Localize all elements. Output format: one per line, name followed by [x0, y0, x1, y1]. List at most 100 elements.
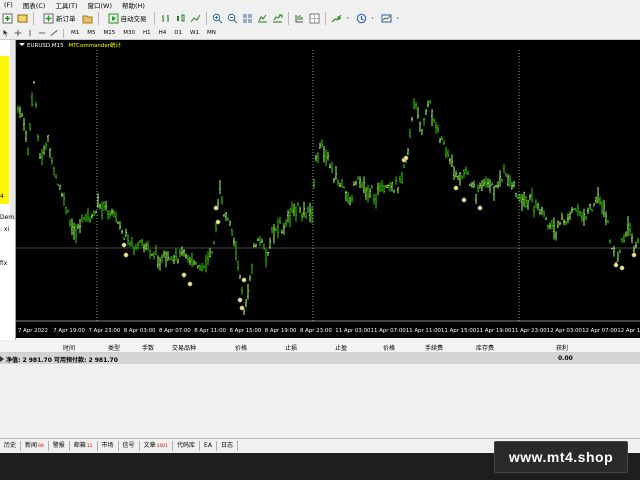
- tf-d1[interactable]: D1: [171, 29, 185, 38]
- tf-h4[interactable]: H4: [156, 29, 170, 38]
- tab-badge: 99: [38, 444, 44, 449]
- trade-arrow-icon: [215, 219, 221, 225]
- chart-shift-icon[interactable]: [257, 13, 268, 24]
- tab-badge: 1001: [156, 444, 169, 449]
- tab-market[interactable]: 市场: [98, 441, 119, 451]
- new-order-button[interactable]: 新订单: [39, 11, 78, 25]
- toolbar-separator: [153, 11, 155, 25]
- tab-label: 日志: [220, 442, 233, 449]
- balance-row: 净值: 2 981.70 可用预付款: 2 981.70 0.00: [0, 353, 640, 364]
- col-commission[interactable]: 手续费: [425, 343, 443, 352]
- trade-arrow-icon: [123, 252, 129, 258]
- tile-windows-icon[interactable]: [242, 13, 253, 24]
- col-time[interactable]: 时间: [63, 343, 75, 352]
- line-chart-icon[interactable]: [190, 13, 201, 24]
- folder-icon[interactable]: [82, 13, 93, 24]
- main-toolbar: 新订单 自动交易: [0, 9, 640, 28]
- trade-arrow-icon: [461, 197, 467, 203]
- col-tp[interactable]: 止盈: [335, 343, 347, 352]
- zoom-out-icon[interactable]: [227, 13, 238, 24]
- col-swap[interactable]: 库存费: [476, 343, 494, 352]
- crosshair-icon[interactable]: [14, 29, 22, 37]
- candlestick-icon[interactable]: [175, 13, 186, 24]
- period-icon[interactable]: [294, 13, 305, 24]
- tf-mn[interactable]: MN: [204, 29, 219, 38]
- new-order-label: 新订单: [56, 15, 76, 23]
- time-axis-label: 8 Apr 19:00: [265, 328, 297, 334]
- balance-text: 净值: 2 981.70 可用预付款: 2 981.70: [6, 357, 118, 364]
- tf-m1[interactable]: M1: [68, 29, 82, 38]
- tab-label: 市场: [101, 442, 114, 449]
- time-axis-label: 8 Apr 11:00: [194, 328, 226, 334]
- tf-m15[interactable]: M15: [101, 29, 119, 38]
- toolbar-separator: [205, 11, 207, 25]
- col-price[interactable]: 价格: [235, 343, 247, 352]
- watermark-text: www.mt4.shop: [508, 449, 614, 465]
- autoscroll-icon[interactable]: [272, 13, 283, 24]
- panel-text: fix: [0, 260, 8, 267]
- tab-news[interactable]: 新闻99: [21, 441, 49, 451]
- watermark: www.mt4.shop: [494, 441, 628, 473]
- trade-arrow-icon: [121, 242, 127, 248]
- tf-w1[interactable]: W1: [187, 29, 202, 38]
- tf-m5[interactable]: M5: [84, 29, 98, 38]
- time-axis-label: 11 Apr 15:00: [441, 328, 477, 334]
- clock-icon[interactable]: [356, 13, 367, 24]
- menu-file[interactable]: (F): [0, 1, 19, 9]
- trade-arrow-icon: [613, 262, 619, 268]
- grid-icon[interactable]: [309, 13, 320, 24]
- panel-scrollbar[interactable]: [10, 40, 15, 220]
- col-type[interactable]: 类型: [108, 343, 120, 352]
- profiles-icon[interactable]: [17, 13, 28, 24]
- trade-arrow-icon: [631, 252, 637, 258]
- tf-h1[interactable]: H1: [140, 29, 154, 38]
- price-chart[interactable]: EURUSD,M15 MTCommander统计 7 Apr 2022 7 Apr…: [16, 40, 640, 338]
- time-axis-label: 11 Apr 19:00: [476, 328, 512, 334]
- tab-mailbox[interactable]: 邮箱11: [70, 441, 98, 451]
- time-axis-label: 11 Apr 07:00: [371, 328, 407, 334]
- horizontal-line-icon[interactable]: [38, 29, 46, 37]
- zoom-in-icon[interactable]: [212, 13, 223, 24]
- time-axis-label: 7 Apr 2022: [18, 328, 48, 334]
- trade-arrow-icon: [241, 277, 247, 283]
- col-sl[interactable]: 止损: [285, 343, 297, 352]
- time-axis-label: 8 Apr 23:00: [300, 328, 332, 334]
- tab-experts[interactable]: EA: [200, 441, 217, 451]
- cursor-icon[interactable]: [2, 29, 10, 37]
- panel-text: : xi: [0, 226, 10, 233]
- time-axis-label: 11 Apr 23:00: [512, 328, 548, 334]
- trade-arrow-icon: [477, 205, 483, 211]
- col-lots[interactable]: 手数: [142, 343, 154, 352]
- tab-signals[interactable]: 信号: [119, 441, 140, 451]
- tf-m30[interactable]: M30: [120, 29, 138, 38]
- new-order-icon: [43, 13, 54, 23]
- tab-label: 历史: [4, 442, 17, 449]
- tab-history[interactable]: 历史: [0, 441, 22, 451]
- col-symbol[interactable]: 交易品种: [172, 343, 196, 352]
- dropdown-arrow-icon[interactable]: [346, 13, 352, 24]
- vertical-line-icon[interactable]: [26, 29, 34, 37]
- tab-alerts[interactable]: 警报: [49, 441, 70, 451]
- new-chart-icon[interactable]: [2, 13, 13, 24]
- time-axis-label: 12 Apr 11:00: [617, 328, 640, 334]
- trade-arrow-icon: [403, 155, 409, 161]
- time-axis-label: 7 Apr 23:00: [89, 328, 121, 334]
- tab-journal[interactable]: 日志: [217, 441, 238, 451]
- dropdown-arrow-icon[interactable]: [371, 13, 377, 24]
- auto-trade-button[interactable]: 自动交易: [104, 11, 149, 25]
- bar-chart-icon[interactable]: [160, 13, 171, 24]
- navigator-panel: 4 Dem : xi fix: [0, 40, 16, 340]
- col-profit[interactable]: 获利: [556, 343, 568, 352]
- tab-label: 邮箱: [73, 442, 86, 449]
- tab-code-base[interactable]: 代码库: [173, 441, 201, 451]
- tab-articles[interactable]: 文章1001: [140, 441, 174, 451]
- trendline-icon[interactable]: [50, 29, 58, 37]
- indicators-icon[interactable]: [331, 13, 342, 24]
- dropdown-arrow-icon[interactable]: [396, 13, 402, 24]
- col-price2[interactable]: 价格: [383, 343, 395, 352]
- toolbar-separator: [287, 11, 289, 25]
- trade-arrow-icon: [187, 281, 193, 287]
- templates-icon[interactable]: [381, 13, 392, 24]
- time-axis-label: 8 Apr 03:00: [124, 328, 156, 334]
- toolbar-separator: [324, 11, 326, 25]
